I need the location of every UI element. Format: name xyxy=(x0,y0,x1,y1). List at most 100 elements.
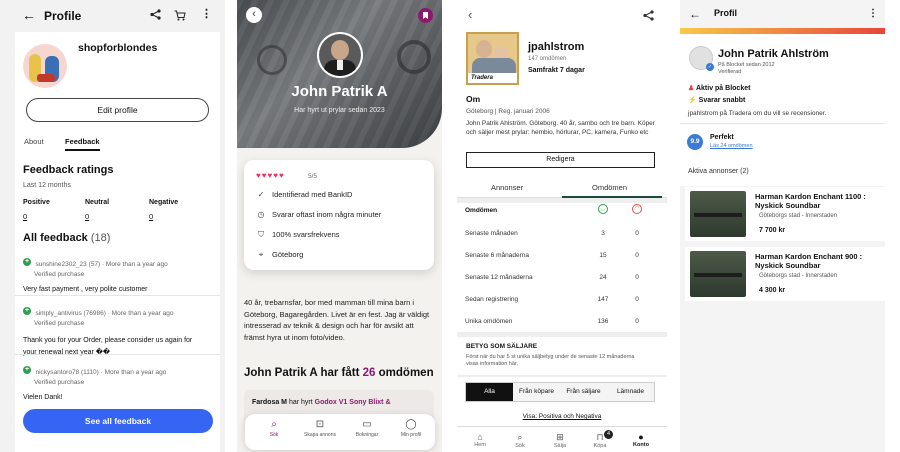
ad-location: Göteborgs stad - Innerstaden xyxy=(759,273,838,279)
shield-icon: ⛉ xyxy=(258,230,264,239)
edit-profile-button[interactable]: Edit profile xyxy=(26,98,209,122)
row-negative: 0 xyxy=(635,230,639,237)
negative-face-icon: ◠ xyxy=(632,204,642,214)
reviews-heading: John Patrik A har fått 26 omdömen xyxy=(244,367,439,379)
seller-grade-text: Först när du har 5 st unika säljbetyg un… xyxy=(466,354,635,368)
profile-subtitle: Har hyrt ut prylar sedan 2023 xyxy=(294,107,385,114)
neutral-value[interactable]: 0 xyxy=(85,212,89,221)
nav-sell[interactable]: ⊞ Sälja xyxy=(545,432,575,449)
share-icon[interactable] xyxy=(643,8,654,26)
tab-about[interactable]: About xyxy=(24,137,44,146)
shop-name: shopforblondes xyxy=(78,42,158,54)
plus-square-icon: ⊞ xyxy=(556,432,564,442)
filter-tabs: Alla Från köpare Från säljare Lämnade xyxy=(465,382,655,402)
ad-price: 4 300 kr xyxy=(759,287,786,294)
feedback-user: sunshine2302_23 (57) · More than a year … xyxy=(35,261,168,268)
feedback-item: + sunshine2302_23 (57) · More than a yea… xyxy=(23,253,213,293)
back-chevron-icon[interactable]: ‹ xyxy=(246,7,262,23)
check-circle-icon: ✓ xyxy=(257,190,265,199)
row-negative: 0 xyxy=(635,296,639,303)
negative-label: Negative xyxy=(149,199,179,206)
divider xyxy=(457,332,667,337)
rental-profile-panel: ‹ John Patrik A Har hyrt ut prylar sedan… xyxy=(237,0,442,452)
feedback-text: Thank you for your Order, please conside… xyxy=(23,337,193,356)
filter-all[interactable]: Alla xyxy=(466,383,513,401)
chat-icon: ▭ xyxy=(362,419,372,430)
nav-my-profile[interactable]: ◯ Min profil xyxy=(391,419,431,438)
profile-name: John Patrik A xyxy=(291,83,388,100)
review-action: har hyrt xyxy=(288,399,313,406)
positive-plus-icon: + xyxy=(23,306,31,315)
bolt-icon: ⚡ xyxy=(688,97,697,104)
reviewed-item-link[interactable]: Godox V1 Sony Blixt & xyxy=(315,399,391,406)
see-all-feedback-button[interactable]: See all feedback xyxy=(23,409,213,433)
active-label: Aktiv på Blocket xyxy=(695,85,751,92)
nav-badge: 4 xyxy=(604,430,613,439)
tab-ads[interactable]: Annonser xyxy=(491,183,523,192)
row-label: Senaste månaden xyxy=(465,230,518,237)
ebay-profile-card: shopforblondes Edit profile About Feedba… xyxy=(15,32,220,452)
ad-card[interactable]: Harman Kardon Enchant 900 : Nyskick Soun… xyxy=(685,247,885,301)
ad-price: 7 700 kr xyxy=(759,227,786,234)
filter-left[interactable]: Lämnade xyxy=(607,383,654,401)
ad-card[interactable]: Harman Kardon Enchant 1100 : Nyskick Sou… xyxy=(685,187,885,241)
filter-from-sellers[interactable]: Från säljare xyxy=(560,383,607,401)
back-arrow-icon[interactable]: ← xyxy=(689,7,701,21)
ad-thumbnail xyxy=(690,191,746,237)
tab-reviews[interactable]: Omdömen xyxy=(592,183,627,192)
page-title: Profil xyxy=(714,8,738,18)
score-badge: 9.9 xyxy=(687,134,703,150)
share-icon[interactable] xyxy=(150,9,161,23)
read-reviews-link[interactable]: Läs 24 omdömen xyxy=(710,143,753,149)
back-chevron-icon[interactable]: ‹ xyxy=(468,7,472,22)
tab-bar: Annonser Omdömen xyxy=(457,176,667,198)
nav-search[interactable]: ⌕ Sök xyxy=(257,419,291,438)
user-name: John Patrik Ahlström xyxy=(718,48,829,60)
trust-card: ♥♥♥♥♥ 5/5 ✓ Identifierad med BankID ◷ Svar… xyxy=(244,160,434,270)
row-positive: 24 xyxy=(599,274,607,281)
person-icon: ● xyxy=(638,432,644,442)
table-header: Omdömen xyxy=(465,207,498,214)
row-label: Senaste 12 månaderna xyxy=(465,274,533,281)
filter-from-buyers[interactable]: Från köpare xyxy=(513,383,560,401)
nav-create-ad[interactable]: ⊡ Skapa annons xyxy=(300,419,340,438)
table-row: Senaste månaden 3 0 xyxy=(465,230,661,237)
feedback-item: + nickysantoro78 (1110) · More than a ye… xyxy=(23,361,213,401)
table-row: Sedan registrering 147 0 xyxy=(465,296,661,303)
bookmark-icon[interactable] xyxy=(418,8,433,23)
edit-button[interactable]: Redigera xyxy=(466,152,655,168)
nav-bookings[interactable]: ▭ Bokningar xyxy=(347,419,387,438)
search-icon: ⌕ xyxy=(271,419,277,430)
positive-plus-icon: + xyxy=(23,365,31,374)
rating-text: 5/5 xyxy=(308,173,318,180)
more-menu-icon[interactable]: ⋮ xyxy=(201,9,212,20)
nav-home[interactable]: ⌂ Hem xyxy=(465,432,495,448)
active-ads-title: Aktiva annonser (2) xyxy=(688,168,749,175)
divider xyxy=(457,198,667,203)
positive-value[interactable]: 0 xyxy=(23,212,27,221)
nav-label: Skapa annons xyxy=(304,432,336,438)
tab-feedback[interactable]: Feedback xyxy=(65,137,100,151)
cart-icon[interactable] xyxy=(174,9,186,25)
person-icon: ◯ xyxy=(405,419,417,430)
row-positive: 136 xyxy=(597,318,609,325)
nav-account[interactable]: ● Konto xyxy=(625,432,657,448)
about-title: Om xyxy=(466,94,481,104)
reviews-small: 147 omdömen xyxy=(528,56,567,62)
nav-label: Köpa xyxy=(593,443,607,449)
show-filter-link[interactable]: Visa: Positiva och Negativa xyxy=(457,413,667,420)
back-arrow-icon[interactable]: ← xyxy=(22,8,36,22)
negative-value[interactable]: 0 xyxy=(149,212,153,221)
positive-label: Positive xyxy=(23,199,50,206)
nav-label: Bokningar xyxy=(355,432,379,438)
all-feedback-heading: All feedback (18) xyxy=(23,232,110,244)
feedback-verified: Verified purchase xyxy=(34,320,85,327)
trust-text: 100% svarsfrekvens xyxy=(272,230,340,239)
nav-search[interactable]: ⌕ Sök xyxy=(505,432,535,449)
reviews-hint: jpahlstrom på Tradera om du vill se rece… xyxy=(688,110,827,117)
nav-buy[interactable]: ⊓ Köpa 4 xyxy=(585,430,615,449)
reviews-suffix: omdömen xyxy=(378,367,434,379)
more-menu-icon[interactable]: ⋮ xyxy=(868,8,878,19)
row-negative: 0 xyxy=(635,252,639,259)
camera-icon: ⊡ xyxy=(315,419,325,430)
